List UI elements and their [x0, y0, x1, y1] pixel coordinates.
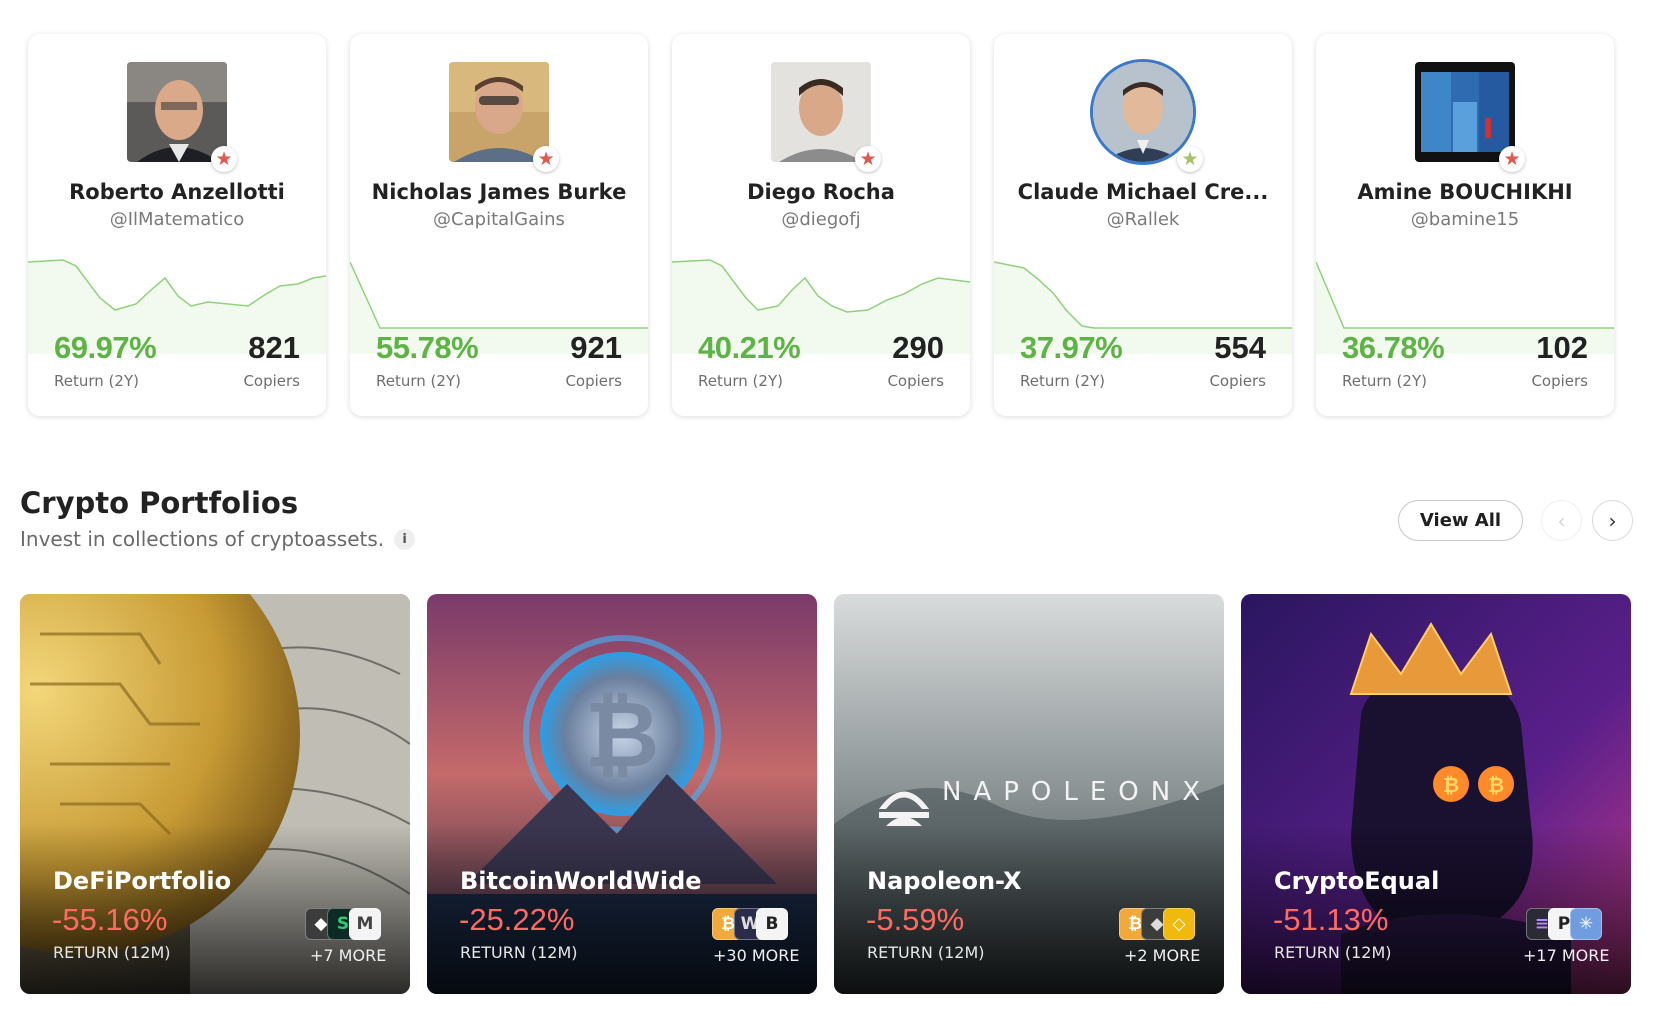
portfolio-card[interactable]: ₿ ₿ CryptoEqual -51.13% RETURN (12M) ≡ P… [1241, 594, 1631, 994]
return-label: Return (2Y) [1342, 372, 1427, 390]
return-label: Return (2Y) [1020, 372, 1105, 390]
return-label: Return (2Y) [376, 372, 461, 390]
avatar: ★ [1093, 62, 1203, 172]
avatar-image [1415, 62, 1515, 162]
crypto-portfolios-row: DeFiPortfolio -55.16% RETURN (12M) ◆ S M… [20, 594, 1632, 994]
copiers-label: Copiers [1531, 372, 1588, 390]
copiers-label: Copiers [1209, 372, 1266, 390]
coin-icon: ✳ [1570, 908, 1602, 940]
avatar-image [1093, 62, 1193, 162]
investor-copiers: 554 [1214, 330, 1266, 365]
investor-name: Diego Rocha [747, 180, 895, 204]
star-icon: ★ [1177, 146, 1203, 172]
binance-icon: ◇ [1163, 908, 1195, 940]
investor-card[interactable]: ★ Claude Michael Cre... @Rallek 37.97% R… [994, 34, 1292, 416]
portfolio-name: BitcoinWorldWide [460, 867, 702, 895]
portfolio-card[interactable]: DeFiPortfolio -55.16% RETURN (12M) ◆ S M… [20, 594, 410, 994]
investor-name: Claude Michael Cre... [1017, 180, 1269, 204]
info-icon[interactable]: i [394, 528, 416, 550]
portfolio-return: -5.59% [866, 902, 965, 937]
investor-return: 36.78% [1342, 330, 1445, 365]
avatar: ★ [771, 62, 881, 172]
star-icon: ★ [855, 146, 881, 172]
avatar-image [449, 62, 549, 162]
coin-icon: M [349, 908, 381, 940]
investor-card[interactable]: ★ Amine BOUCHIKHI @bamine15 36.78% Retur… [1316, 34, 1614, 416]
coin-icons: ◆ S M [305, 908, 381, 942]
coin-icons: ₿ W B [712, 908, 788, 942]
star-icon: ★ [211, 146, 237, 172]
investor-handle: @Rallek [1106, 209, 1180, 230]
return-label: RETURN (12M) [460, 943, 578, 962]
portfolio-card[interactable]: ₿ BitcoinWorldWide -25.22% RETURN (12M) … [427, 594, 817, 994]
portfolio-name: CryptoEqual [1274, 867, 1440, 895]
star-icon: ★ [533, 146, 559, 172]
more-assets-label: +17 MORE [1523, 946, 1610, 965]
coin-icon: B [756, 908, 788, 940]
coin-icons: ≡ P ✳ [1526, 908, 1602, 942]
chevron-right-icon[interactable]: › [1592, 500, 1633, 541]
avatar: ★ [1415, 62, 1525, 172]
svg-text:₿: ₿ [585, 681, 660, 788]
investor-return: 69.97% [54, 330, 157, 365]
investor-name: Roberto Anzellotti [69, 180, 285, 204]
portfolio-return: -25.22% [459, 902, 575, 937]
svg-text:NAPOLEONX: NAPOLEONX [942, 777, 1212, 807]
portfolio-return: -51.13% [1273, 902, 1389, 937]
return-label: RETURN (12M) [53, 943, 171, 962]
section-title: Crypto Portfolios [20, 486, 299, 520]
investor-copiers: 290 [892, 330, 944, 365]
portfolio-name: Napoleon-X [867, 867, 1022, 895]
section-subtitle-text: Invest in collections of cryptoassets. [20, 527, 385, 551]
investor-card[interactable]: ★ Roberto Anzellotti @IlMatematico 69.97… [28, 34, 326, 416]
view-all-button[interactable]: View All [1398, 500, 1523, 541]
investor-copiers: 821 [248, 330, 300, 365]
return-label: Return (2Y) [54, 372, 139, 390]
return-label: RETURN (12M) [1274, 943, 1392, 962]
avatar-image [771, 62, 871, 162]
return-label: Return (2Y) [698, 372, 783, 390]
avatar-image [127, 62, 227, 162]
return-label: RETURN (12M) [867, 943, 985, 962]
svg-text:₿: ₿ [1488, 773, 1504, 797]
investor-return: 55.78% [376, 330, 479, 365]
more-assets-label: +7 MORE [310, 946, 387, 965]
portfolio-name: DeFiPortfolio [53, 867, 232, 895]
copiers-label: Copiers [565, 372, 622, 390]
chevron-left-icon[interactable]: ‹ [1541, 500, 1582, 541]
popular-investors-row: ★ Roberto Anzellotti @IlMatematico 69.97… [28, 34, 1628, 418]
copiers-label: Copiers [887, 372, 944, 390]
investor-return: 40.21% [698, 330, 801, 365]
star-icon: ★ [1499, 146, 1525, 172]
portfolio-return: -55.16% [52, 902, 168, 937]
copiers-label: Copiers [243, 372, 300, 390]
investor-handle: @bamine15 [1410, 209, 1520, 230]
more-assets-label: +2 MORE [1124, 946, 1201, 965]
avatar: ★ [449, 62, 559, 172]
investor-card[interactable]: ★ Nicholas James Burke @CapitalGains 55.… [350, 34, 648, 416]
investor-name: Amine BOUCHIKHI [1357, 180, 1573, 204]
investor-copiers: 921 [570, 330, 622, 365]
portfolio-card[interactable]: NAPOLEONX Napoleon-X -5.59% RETURN (12M)… [834, 594, 1224, 994]
avatar: ★ [127, 62, 237, 172]
investor-handle: @diegofj [781, 209, 861, 230]
investor-return: 37.97% [1020, 330, 1123, 365]
investor-card[interactable]: ★ Diego Rocha @diegofj 40.21% Return (2Y… [672, 34, 970, 416]
section-subtitle: Invest in collections of cryptoassets. i [20, 527, 416, 551]
investor-handle: @CapitalGains [433, 209, 565, 230]
svg-text:₿: ₿ [1443, 773, 1459, 797]
investor-handle: @IlMatematico [109, 209, 245, 230]
coin-icons: ₿ ◆ ◇ [1119, 908, 1195, 942]
investor-name: Nicholas James Burke [371, 180, 627, 204]
investor-copiers: 102 [1536, 330, 1588, 365]
more-assets-label: +30 MORE [713, 946, 800, 965]
